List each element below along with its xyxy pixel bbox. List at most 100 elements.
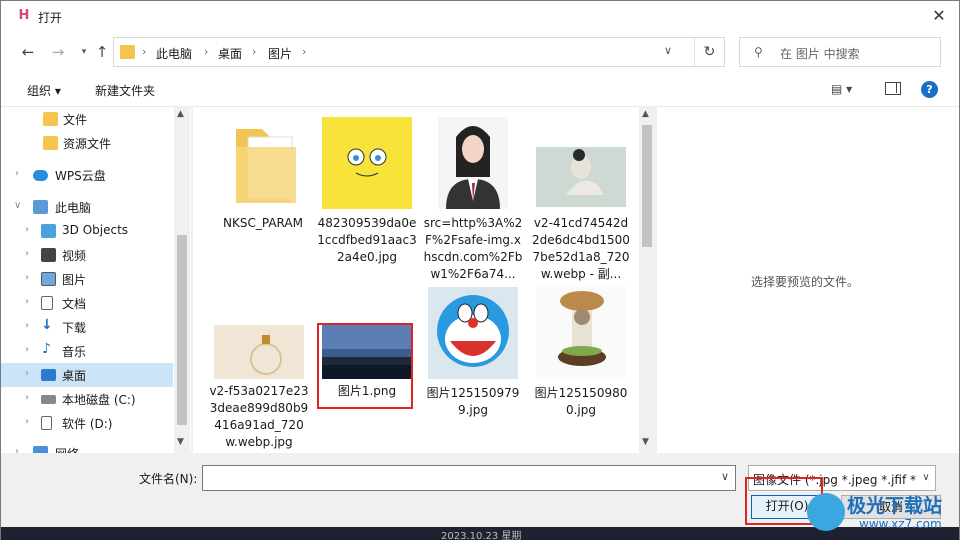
breadcrumb-this-pc[interactable]: 此电脑 bbox=[156, 45, 192, 62]
tree-label: 图片 bbox=[62, 273, 87, 287]
app-logo-icon: H bbox=[18, 8, 30, 23]
file-name: 图片1251509800.jpg bbox=[534, 386, 628, 417]
folder-thumbnail bbox=[236, 129, 296, 203]
tree-item-this-pc[interactable]: ∨ 此电脑 bbox=[1, 195, 173, 219]
help-icon[interactable]: ? bbox=[921, 81, 938, 98]
watermark-text: 极光下载站 bbox=[847, 495, 943, 517]
tree-label: 文件 bbox=[63, 113, 88, 127]
tree-item-pictures[interactable]: › 图片 bbox=[1, 267, 173, 291]
image-thumbnail bbox=[322, 117, 412, 209]
pictures-icon bbox=[41, 272, 56, 286]
tree-item-music[interactable]: › ♪ 音乐 bbox=[1, 339, 173, 363]
file-name: v2-41cd74542d2de6dc4bd15007be52d1a8_720w… bbox=[532, 216, 630, 281]
image-thumbnail bbox=[438, 117, 508, 209]
tree-item-documents[interactable]: › 文档 bbox=[1, 291, 173, 315]
tree-label: 文档 bbox=[62, 297, 87, 311]
chevron-right-icon[interactable]: › bbox=[25, 344, 29, 355]
search-placeholder: 在 图片 中搜索 bbox=[780, 47, 860, 61]
scroll-up-icon[interactable]: ▲ bbox=[642, 109, 649, 119]
tree-label: 视频 bbox=[62, 249, 87, 263]
back-arrow-icon[interactable]: ← bbox=[17, 41, 39, 63]
video-icon bbox=[41, 248, 56, 262]
tree-label: 此电脑 bbox=[55, 201, 92, 215]
drive-icon bbox=[41, 416, 52, 430]
tree-label: 软件 (D:) bbox=[62, 417, 113, 431]
watermark-url: www.xz7.com bbox=[859, 517, 942, 531]
scroll-down-icon[interactable]: ▼ bbox=[642, 437, 649, 447]
chevron-right-icon[interactable]: › bbox=[25, 368, 29, 379]
breadcrumb-separator: › bbox=[252, 45, 257, 58]
folder-icon bbox=[43, 136, 58, 150]
preview-pane-icon[interactable] bbox=[885, 82, 901, 95]
folder-icon bbox=[120, 45, 135, 59]
chevron-right-icon[interactable]: › bbox=[25, 272, 29, 283]
navigation-pane: 文件 资源文件 › WPS云盘 ∨ 此电脑 › 3D Objects › 视频 … bbox=[1, 107, 191, 453]
change-view-button[interactable]: ▤ ▾ bbox=[831, 82, 852, 96]
toolbar: 组织 ▾ 新建文件夹 ▤ ▾ ? bbox=[1, 73, 959, 107]
drive-icon bbox=[41, 395, 56, 404]
tree-item-drive-d[interactable]: › 软件 (D:) bbox=[1, 411, 173, 435]
tree-label: 音乐 bbox=[62, 345, 87, 359]
image-thumbnail bbox=[536, 287, 626, 379]
new-folder-button[interactable]: 新建文件夹 bbox=[95, 82, 155, 99]
tree-label: 本地磁盘 (C:) bbox=[62, 393, 136, 407]
download-icon: ↓ bbox=[41, 317, 53, 333]
preview-message: 选择要预览的文件。 bbox=[751, 275, 860, 289]
tree-item-wps-cloud[interactable]: › WPS云盘 bbox=[1, 163, 173, 187]
computer-icon bbox=[33, 200, 48, 214]
taskbar-text: 2023.10.23 星期 bbox=[441, 531, 522, 540]
chevron-right-icon[interactable]: › bbox=[25, 224, 29, 235]
close-button[interactable]: ✕ bbox=[919, 1, 959, 31]
chevron-right-icon[interactable]: › bbox=[25, 416, 29, 427]
up-arrow-icon[interactable]: ↑ bbox=[91, 41, 113, 63]
cloud-icon bbox=[33, 170, 48, 181]
watermark-logo-icon bbox=[807, 493, 845, 531]
tree-label: 资源文件 bbox=[63, 137, 112, 151]
tree-item-network[interactable]: › 网络 bbox=[1, 441, 173, 453]
tree-item-downloads[interactable]: › ↓ 下载 bbox=[1, 315, 173, 339]
tree-label: WPS云盘 bbox=[55, 169, 106, 183]
forward-arrow-icon[interactable]: → bbox=[47, 41, 69, 63]
scrollbar-thumb[interactable] bbox=[642, 125, 652, 247]
tree-item-files[interactable]: 文件 bbox=[1, 107, 173, 131]
filename-field[interactable] bbox=[202, 465, 736, 491]
chevron-right-icon[interactable]: › bbox=[15, 446, 19, 453]
file-name: 图片1251509799.jpg bbox=[426, 386, 520, 417]
tree-item-desktop[interactable]: › 桌面 bbox=[1, 363, 173, 387]
file-list: NKSC_PARAM 482309539da0e1ccdfbed91aac32a… bbox=[193, 107, 655, 453]
scroll-down-icon[interactable]: ▼ bbox=[177, 437, 184, 447]
tree-item-drive-c[interactable]: › 本地磁盘 (C:) bbox=[1, 387, 173, 411]
chevron-right-icon[interactable]: › bbox=[25, 248, 29, 259]
nav-scrollbar[interactable]: ▲ ▼ bbox=[174, 107, 190, 453]
chevron-down-icon[interactable]: ∨ bbox=[664, 44, 678, 57]
watermark: 极光下载站 www.xz7.com bbox=[807, 489, 957, 539]
tree-label: 3D Objects bbox=[62, 223, 129, 237]
file-list-scrollbar[interactable]: ▲ ▼ bbox=[639, 107, 655, 453]
address-bar[interactable]: › 此电脑 › 桌面 › 图片 › ∨ ↻ bbox=[113, 37, 725, 67]
chevron-right-icon[interactable]: › bbox=[25, 392, 29, 403]
search-input[interactable]: ⚲ 在 图片 中搜索 bbox=[739, 37, 941, 67]
scrollbar-thumb[interactable] bbox=[177, 235, 187, 425]
scroll-up-icon[interactable]: ▲ bbox=[177, 109, 184, 119]
tree-item-videos[interactable]: › 视频 bbox=[1, 243, 173, 267]
chevron-down-icon[interactable]: ∨ bbox=[721, 470, 729, 483]
chevron-right-icon[interactable]: › bbox=[15, 168, 19, 179]
image-thumbnail bbox=[428, 287, 518, 379]
image-thumbnail bbox=[536, 147, 626, 207]
tree-item-3d-objects[interactable]: › 3D Objects bbox=[1, 219, 173, 243]
file-name: src=http%3A%2F%2Fsafe-img.xhscdn.com%2Fb… bbox=[423, 216, 523, 281]
chevron-down-icon[interactable]: ∨ bbox=[917, 466, 935, 490]
filename-label: 文件名(N): bbox=[139, 472, 198, 486]
chevron-right-icon[interactable]: › bbox=[25, 320, 29, 331]
breadcrumb-pictures[interactable]: 图片 bbox=[268, 45, 292, 62]
chevron-right-icon[interactable]: › bbox=[25, 296, 29, 307]
folder-icon bbox=[43, 112, 58, 126]
network-icon bbox=[33, 446, 48, 453]
refresh-button[interactable]: ↻ bbox=[694, 38, 724, 66]
breadcrumb-desktop[interactable]: 桌面 bbox=[218, 45, 242, 62]
document-icon bbox=[41, 296, 53, 310]
chevron-down-icon[interactable]: ∨ bbox=[14, 200, 21, 211]
organize-button[interactable]: 组织 ▾ bbox=[27, 82, 61, 99]
music-icon: ♪ bbox=[42, 341, 51, 357]
tree-item-resource-files[interactable]: 资源文件 bbox=[1, 131, 173, 155]
